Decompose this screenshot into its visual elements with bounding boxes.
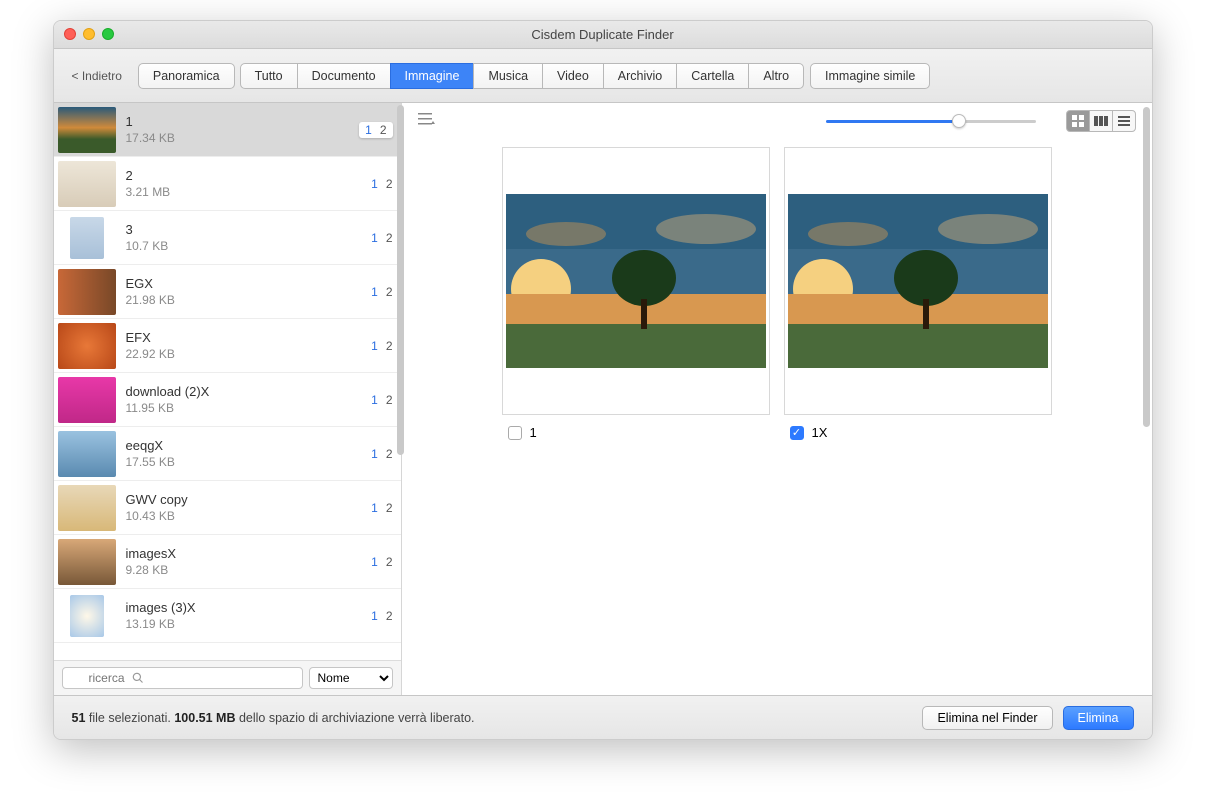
preview-card: 1X	[784, 147, 1052, 440]
item-counts: 12	[371, 447, 392, 461]
tab-overview[interactable]: Panoramica	[138, 63, 235, 89]
search-input[interactable]	[62, 667, 303, 689]
item-name: EFX	[126, 330, 372, 345]
tab-image[interactable]: Immagine	[390, 63, 475, 89]
item-name: 3	[126, 222, 372, 237]
view-list-button[interactable]	[1112, 110, 1136, 132]
item-size: 13.19 KB	[126, 617, 372, 631]
item-size: 22.92 KB	[126, 347, 372, 361]
select-checkbox[interactable]	[508, 426, 522, 440]
item-size: 9.28 KB	[126, 563, 372, 577]
tab-similar[interactable]: Immagine simile	[810, 63, 930, 89]
main-panel: 1 1X	[402, 103, 1152, 695]
sidebar: 1 17.34 KB 12 2 3.21 MB 12 3 10.7 KB 1 2 …	[54, 103, 402, 695]
window-title: Cisdem Duplicate Finder	[531, 27, 673, 42]
tab-video[interactable]: Video	[542, 63, 604, 89]
list-item[interactable]: 1 17.34 KB 12	[54, 103, 401, 157]
tab-other[interactable]: Altro	[748, 63, 804, 89]
thumbnail-icon	[58, 269, 116, 315]
list-item[interactable]: images (3)X 13.19 KB 12	[54, 589, 401, 643]
zoom-slider[interactable]	[826, 120, 1036, 123]
thumbnail-icon	[58, 377, 116, 423]
list-item[interactable]: GWV copy 10.43 KB 12	[54, 481, 401, 535]
item-name: GWV copy	[126, 492, 372, 507]
preview-thumbnail[interactable]	[502, 147, 770, 415]
delete-button[interactable]: Elimina	[1063, 706, 1134, 730]
list-item[interactable]: 2 3.21 MB 12	[54, 157, 401, 211]
select-options-icon[interactable]	[418, 112, 436, 131]
item-size: 3.21 MB	[126, 185, 372, 199]
tab-all[interactable]: Tutto	[240, 63, 298, 89]
thumbnail-icon	[58, 485, 116, 531]
preview-label: 1	[530, 425, 537, 440]
search-icon	[132, 672, 144, 684]
footer-amount: 100.51 MB	[174, 711, 235, 725]
tab-archive[interactable]: Archivio	[603, 63, 677, 89]
list-item[interactable]: download (2)X 11.95 KB 12	[54, 373, 401, 427]
thumbnail-icon	[58, 161, 116, 207]
preview-label: 1X	[812, 425, 828, 440]
item-size: 17.55 KB	[126, 455, 372, 469]
item-size: 10.43 KB	[126, 509, 372, 523]
list: 1 17.34 KB 12 2 3.21 MB 12 3 10.7 KB 1 2 …	[54, 103, 401, 660]
sidebar-scrollbar[interactable]	[397, 105, 404, 455]
minimize-button[interactable]	[83, 28, 95, 40]
sort-select[interactable]: Nome	[309, 667, 393, 689]
item-counts: 12	[371, 177, 392, 191]
close-button[interactable]	[64, 28, 76, 40]
thumbnail-icon	[58, 107, 116, 153]
item-counts: 12	[371, 285, 392, 299]
tab-music[interactable]: Musica	[473, 63, 543, 89]
item-counts: 12	[371, 555, 392, 569]
item-size: 11.95 KB	[126, 401, 372, 415]
item-size: 10.7 KB	[126, 239, 372, 253]
item-counts: 12	[371, 231, 392, 245]
thumbnail-icon	[58, 431, 116, 477]
list-item[interactable]: eeqgX 17.55 KB 12	[54, 427, 401, 481]
item-name: imagesX	[126, 546, 372, 561]
thumbnail-icon	[58, 323, 116, 369]
footer-count: 51	[72, 711, 86, 725]
item-name: 2	[126, 168, 372, 183]
item-name: eeqgX	[126, 438, 372, 453]
item-counts: 12	[371, 393, 392, 407]
toolbar: < Indietro Panoramica Tutto Documento Im…	[54, 49, 1152, 103]
zoom-button[interactable]	[102, 28, 114, 40]
item-name: download (2)X	[126, 384, 372, 399]
tabbar: Panoramica Tutto Documento Immagine Musi…	[138, 63, 930, 89]
preview-thumbnail[interactable]	[784, 147, 1052, 415]
footer: 51 file selezionati. 100.51 MB dello spa…	[54, 695, 1152, 739]
item-counts: 12	[371, 339, 392, 353]
titlebar: Cisdem Duplicate Finder	[54, 21, 1152, 49]
item-name: images (3)X	[126, 600, 372, 615]
tab-document[interactable]: Documento	[297, 63, 391, 89]
item-size: 21.98 KB	[126, 293, 372, 307]
preview-card: 1	[502, 147, 770, 440]
thumbnail-icon	[70, 595, 104, 637]
item-counts: 12	[359, 122, 392, 138]
thumbnail-icon	[70, 217, 104, 259]
list-item[interactable]: EFX 22.92 KB 12	[54, 319, 401, 373]
item-name: 1	[126, 114, 360, 129]
back-button[interactable]: < Indietro	[68, 65, 126, 87]
select-checkbox[interactable]	[790, 426, 804, 440]
list-item[interactable]: 3 10.7 KB 12	[54, 211, 401, 265]
item-name: EGX	[126, 276, 372, 291]
item-counts: 12	[371, 609, 392, 623]
list-item[interactable]: EGX 21.98 KB 12	[54, 265, 401, 319]
scrollbar[interactable]	[1143, 107, 1150, 427]
item-size: 17.34 KB	[126, 131, 360, 145]
tab-folder[interactable]: Cartella	[676, 63, 749, 89]
list-item[interactable]: imagesX 9.28 KB 12	[54, 535, 401, 589]
view-compare-button[interactable]	[1089, 110, 1113, 132]
thumbnail-icon	[58, 539, 116, 585]
item-counts: 12	[371, 501, 392, 515]
delete-finder-button[interactable]: Elimina nel Finder	[922, 706, 1052, 730]
view-grid-button[interactable]	[1066, 110, 1090, 132]
